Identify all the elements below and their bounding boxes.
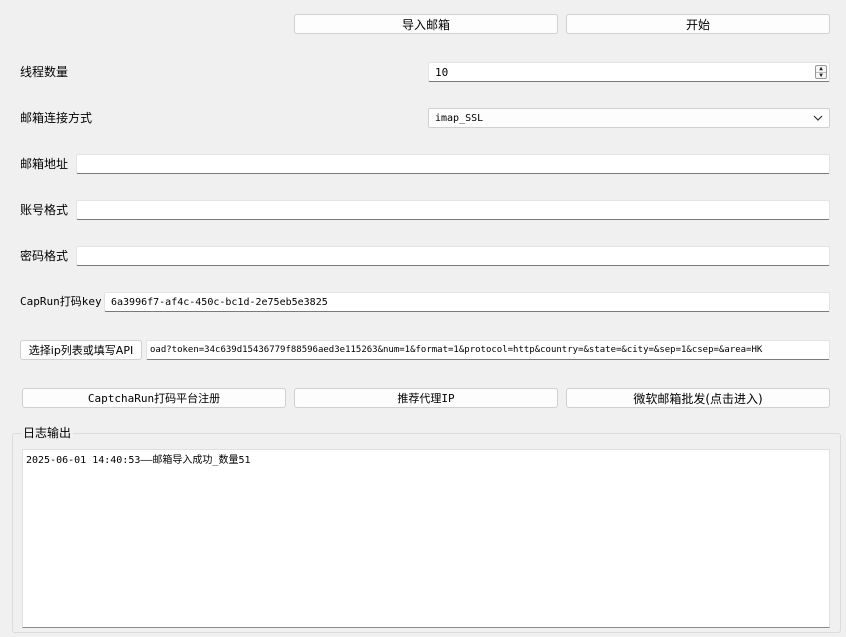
log-title: 日志输出	[21, 425, 74, 441]
connection-selected: imap_SSL	[435, 112, 484, 124]
capkey-input[interactable]: 6a3996f7-af4c-450c-bc1d-2e75eb5e3825	[104, 292, 830, 312]
captcharun-register-button[interactable]: CaptchaRun打码平台注册	[22, 388, 286, 408]
threads-value: 10	[435, 65, 449, 79]
address-input[interactable]	[76, 154, 830, 174]
ip-api-input[interactable]: oad?token=34c639d15436779f88596aed3e1152…	[146, 340, 830, 360]
spin-down-icon[interactable]: ▼	[816, 72, 826, 79]
log-groupbox: 日志输出 2025-06-01 14:40:53——邮箱导入成功_数量51	[12, 425, 841, 633]
threads-label: 线程数量	[20, 65, 69, 79]
address-label: 邮箱地址	[20, 157, 69, 171]
ms-mailbox-wholesale-button[interactable]: 微软邮箱批发(点击进入)	[566, 388, 830, 408]
select-ip-list-button[interactable]: 选择ip列表或填写API	[20, 340, 142, 360]
connection-select[interactable]: imap_SSL	[428, 108, 830, 128]
capkey-label: CapRun打码key	[20, 295, 102, 308]
account-format-input[interactable]	[76, 200, 830, 220]
password-format-label: 密码格式	[20, 249, 69, 263]
start-button[interactable]: 开始	[566, 14, 830, 34]
connection-label: 邮箱连接方式	[20, 111, 93, 125]
log-output[interactable]: 2025-06-01 14:40:53——邮箱导入成功_数量51	[22, 449, 830, 628]
recommended-proxy-button[interactable]: 推荐代理IP	[294, 388, 558, 408]
chevron-down-icon	[813, 115, 823, 121]
account-format-label: 账号格式	[20, 203, 69, 217]
password-format-input[interactable]	[76, 246, 830, 266]
threads-spinbox[interactable]: 10 ▲ ▼	[428, 62, 830, 82]
import-mailbox-button[interactable]: 导入邮箱	[294, 14, 558, 34]
main-window: 导入邮箱 开始 线程数量 10 ▲ ▼ 邮箱连接方式 imap_SSL 邮箱地址…	[0, 0, 846, 637]
spin-arrows[interactable]: ▲ ▼	[815, 65, 827, 79]
